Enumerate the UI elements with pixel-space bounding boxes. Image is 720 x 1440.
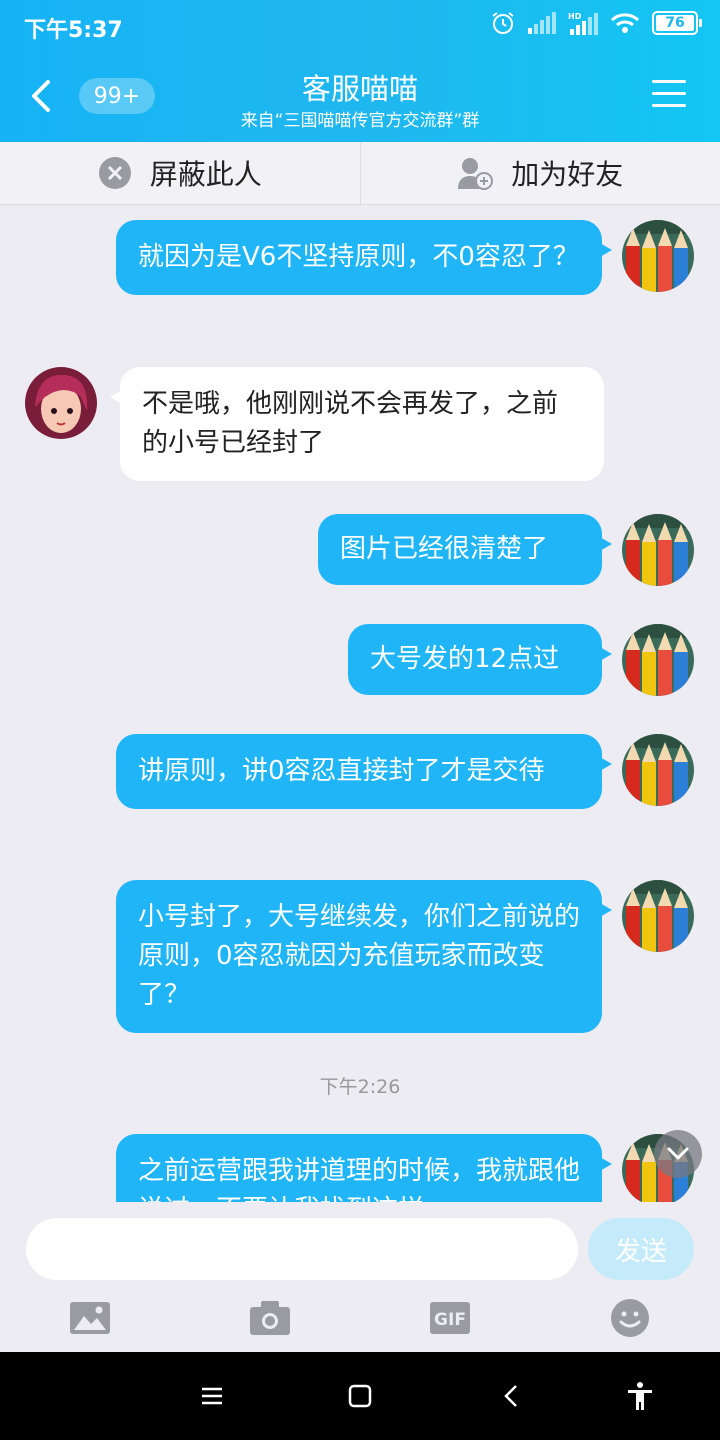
action-bar: 屏蔽此人 加为好友 xyxy=(0,142,720,205)
add-friend-icon xyxy=(458,158,494,190)
add-friend-label: 加为好友 xyxy=(511,158,624,191)
camera-icon xyxy=(250,1301,290,1335)
send-button[interactable]: 发送 xyxy=(588,1218,694,1280)
camera-button[interactable] xyxy=(248,1298,292,1338)
gif-label: GIF xyxy=(434,1310,466,1330)
input-bar: 发送 GIF xyxy=(0,1202,720,1352)
status-icons: HD 76 xyxy=(490,10,702,36)
chat-title: 客服喵喵 xyxy=(301,72,418,106)
block-icon xyxy=(98,157,131,189)
battery-icon: 76 xyxy=(652,11,702,35)
message-bubble[interactable]: 之前运营跟我讲道理的时候，我就跟他说过，不要让我找到这样 xyxy=(116,1134,612,1202)
back-nav-icon[interactable] xyxy=(496,1380,528,1412)
other-avatar[interactable] xyxy=(25,367,97,439)
block-user-label: 屏蔽此人 xyxy=(149,158,262,191)
svg-text:HD: HD xyxy=(568,12,582,21)
gif-icon: GIF xyxy=(430,1302,470,1334)
system-nav-bar xyxy=(0,1352,720,1440)
emoji-button[interactable] xyxy=(608,1298,652,1338)
block-user-button[interactable]: 屏蔽此人 xyxy=(0,142,360,204)
gif-button[interactable]: GIF xyxy=(428,1298,472,1338)
emoji-icon xyxy=(611,1299,649,1337)
wifi-icon xyxy=(610,13,640,33)
message-bubble[interactable]: 大号发的12点过 xyxy=(348,624,612,695)
hd-signal-icon: HD xyxy=(568,12,598,35)
add-friend-button[interactable]: 加为好友 xyxy=(359,142,720,204)
image-icon xyxy=(70,1302,110,1334)
message-input[interactable] xyxy=(26,1218,578,1280)
message-bubble[interactable]: 讲原则，讲0容忍直接封了才是交待 xyxy=(116,734,612,809)
recents-icon[interactable] xyxy=(196,1380,228,1412)
status-time: 下午5:37 xyxy=(24,18,123,43)
chat-subtitle: 来自“三国喵喵传官方交流群”群 xyxy=(240,111,480,131)
accessibility-icon[interactable] xyxy=(624,1380,656,1412)
my-avatar[interactable] xyxy=(622,220,694,292)
my-avatar[interactable] xyxy=(622,734,694,806)
message-list[interactable]: 就因为是V6不坚持原则，不0容忍了？ 不是哦，他刚刚说不会再发了，之前的小号已经… xyxy=(0,204,720,1202)
my-avatar[interactable] xyxy=(622,880,694,952)
message-bubble[interactable]: 小号封了，大号继续发，你们之前说的原则，0容忍就因为充值玩家而改变了？ xyxy=(116,880,612,1033)
image-button[interactable] xyxy=(68,1298,112,1338)
home-icon[interactable] xyxy=(344,1380,376,1412)
alarm-icon xyxy=(492,12,514,34)
chevron-down-icon xyxy=(667,1147,689,1160)
my-avatar[interactable] xyxy=(622,624,694,696)
message-bubble[interactable]: 不是哦，他刚刚说不会再发了，之前的小号已经封了 xyxy=(110,367,604,481)
my-avatar[interactable] xyxy=(622,514,694,586)
chat-header: 下午5:37 HD 76 99+ 客服喵喵 来自“三国喵喵传官方交流群”群 xyxy=(0,0,720,142)
scroll-to-bottom-button[interactable] xyxy=(654,1130,702,1178)
menu-button[interactable] xyxy=(652,80,686,108)
signal-icon xyxy=(528,12,556,34)
message-bubble[interactable]: 就因为是V6不坚持原则，不0容忍了？ xyxy=(116,220,612,295)
message-timestamp: 下午2:26 xyxy=(319,1076,401,1098)
message-bubble[interactable]: 图片已经很清楚了 xyxy=(318,514,612,585)
